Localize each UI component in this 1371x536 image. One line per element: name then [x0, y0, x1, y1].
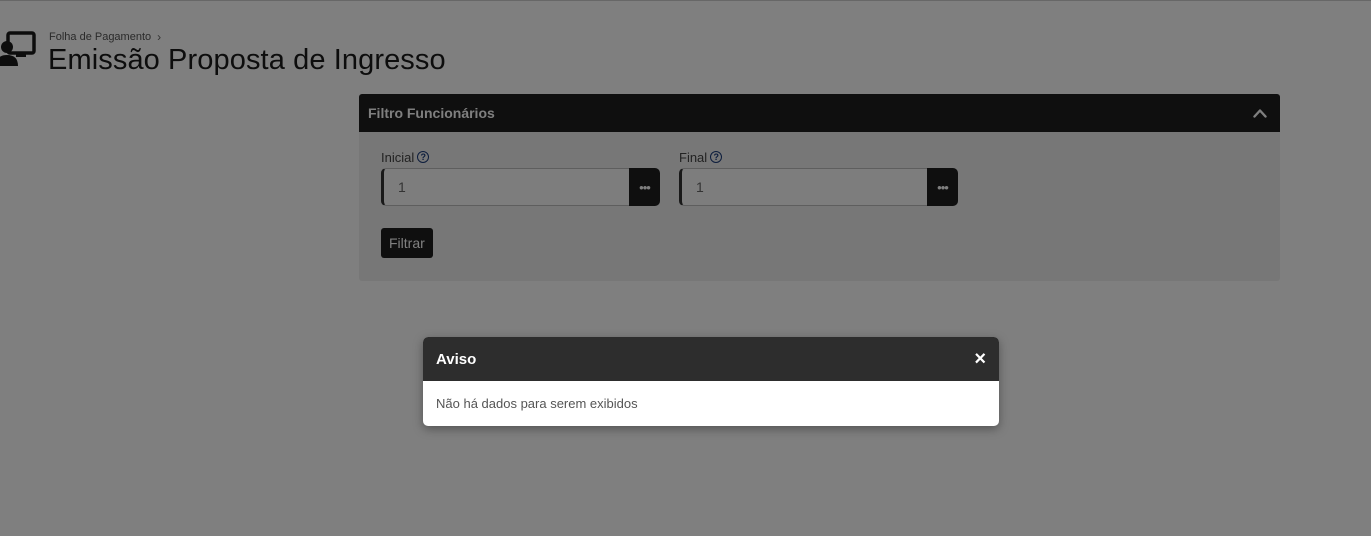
modal-backdrop[interactable] — [0, 0, 1371, 536]
modal-title: Aviso — [436, 350, 477, 368]
alert-modal: Aviso × Não há dados para serem exibidos — [423, 337, 999, 426]
modal-header: Aviso × — [423, 337, 999, 381]
modal-message: Não há dados para serem exibidos — [436, 396, 638, 411]
close-icon[interactable]: × — [974, 349, 986, 369]
